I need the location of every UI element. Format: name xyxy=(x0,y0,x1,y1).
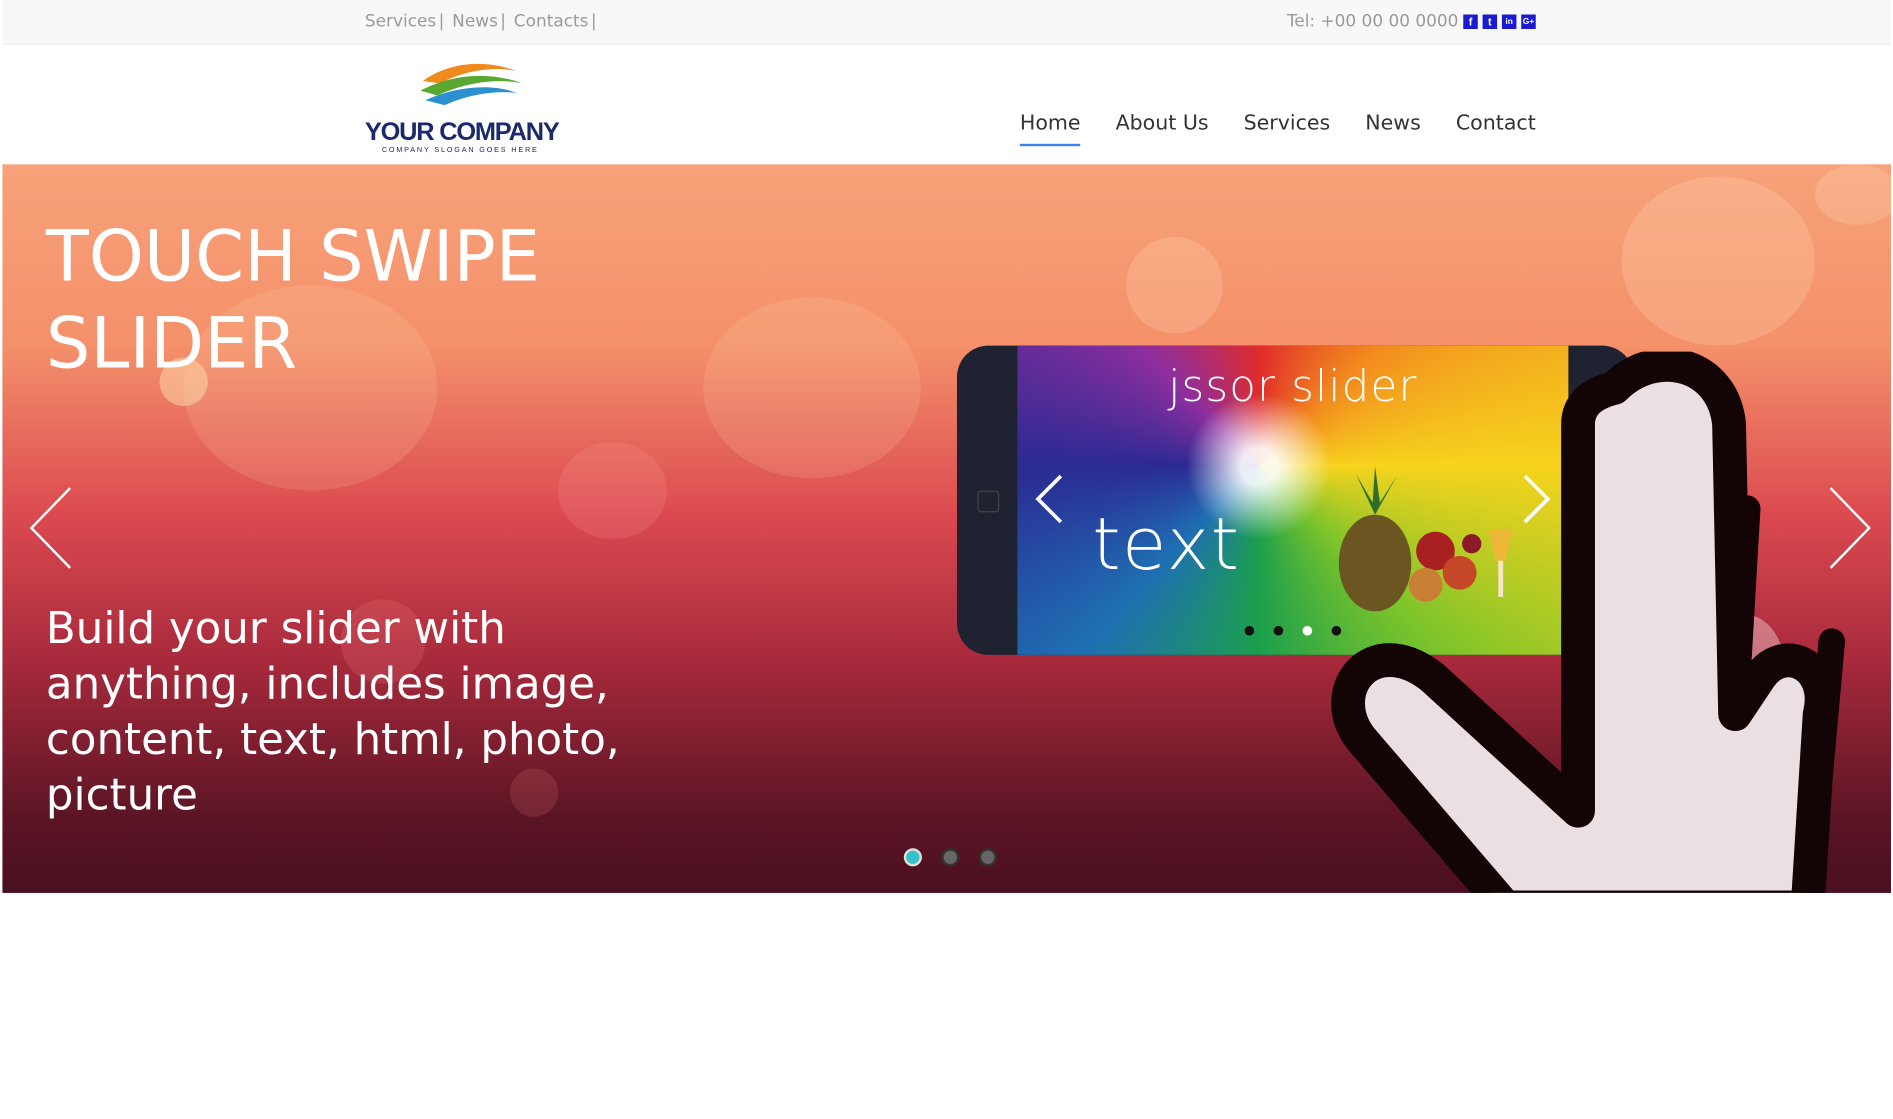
phone-screen-text: text xyxy=(1092,502,1241,588)
slider-headline: TOUCH SWIPE SLIDER xyxy=(45,215,541,385)
company-logo[interactable]: YOUR COMPANY COMPANY SLOGAN GOES HERE xyxy=(364,54,568,155)
slider-prev-arrow-icon[interactable] xyxy=(27,486,75,571)
bokeh-light xyxy=(558,442,667,539)
top-link-services[interactable]: Services xyxy=(365,12,436,31)
nav-news[interactable]: News xyxy=(1365,111,1421,135)
top-links: Services | News | Contacts | xyxy=(365,12,599,31)
nav-services[interactable]: Services xyxy=(1244,111,1331,135)
nav-about-us[interactable]: About Us xyxy=(1116,111,1209,135)
nav-home[interactable]: Home xyxy=(1019,111,1081,147)
logo-company-name: YOUR COMPANY xyxy=(364,118,560,147)
touch-hand-image xyxy=(1331,351,1846,893)
top-link-contacts[interactable]: Contacts xyxy=(514,12,589,31)
phone-number: Tel: +00 00 00 0000 xyxy=(1286,12,1459,32)
google-plus-icon[interactable]: G+ xyxy=(1521,14,1536,29)
twitter-icon[interactable]: t xyxy=(1482,14,1498,29)
phone-dot-active xyxy=(1302,625,1313,636)
separator: | xyxy=(590,12,597,32)
hero-slider[interactable]: TOUCH SWIPE SLIDER Build your slider wit… xyxy=(2,164,1891,893)
phone-dot xyxy=(1244,625,1255,636)
phone-home-button xyxy=(977,490,1000,513)
top-contact: Tel: +00 00 00 0000 f t in G+ xyxy=(1287,12,1536,31)
slider-bullets xyxy=(903,848,997,867)
main-nav: Home About Us Services News Contact xyxy=(1019,111,1536,147)
facebook-icon[interactable]: f xyxy=(1463,14,1478,29)
nav-contact[interactable]: Contact xyxy=(1456,111,1536,135)
phone-prev-arrow-icon xyxy=(1035,474,1063,524)
logo-slogan: COMPANY SLOGAN GOES HERE xyxy=(381,147,539,155)
bokeh-light xyxy=(1621,176,1815,346)
site-header: YOUR COMPANY COMPANY SLOGAN GOES HERE Ho… xyxy=(2,44,1891,164)
phone-dot xyxy=(1273,625,1284,636)
slider-next-arrow-icon[interactable] xyxy=(1826,486,1874,571)
separator: | xyxy=(438,12,445,32)
top-bar: Services | News | Contacts | Tel: +00 00 00… xyxy=(2,0,1891,45)
separator: | xyxy=(500,12,507,32)
linkedin-icon[interactable]: in xyxy=(1501,14,1517,29)
bokeh-light xyxy=(1814,164,1891,225)
logo-swoosh-icon xyxy=(420,63,522,106)
top-link-news[interactable]: News xyxy=(452,12,498,31)
slider-subtext: Build your slider with anything, include… xyxy=(45,604,620,821)
bokeh-light xyxy=(1126,236,1223,334)
slider-bullet-1[interactable] xyxy=(903,848,922,867)
slider-bullet-3[interactable] xyxy=(978,848,997,867)
slider-bullet-2[interactable] xyxy=(941,848,960,867)
